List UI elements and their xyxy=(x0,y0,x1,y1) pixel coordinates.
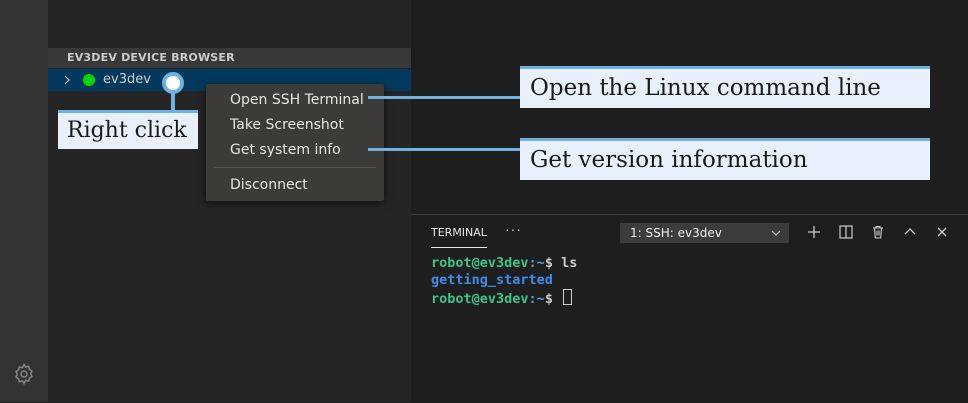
gear-icon[interactable] xyxy=(12,362,36,386)
split-icon[interactable] xyxy=(838,224,854,240)
more-actions-icon[interactable]: ··· xyxy=(505,221,522,237)
prompt-user: robot@ev3dev xyxy=(431,255,529,271)
menu-item-open-ssh-terminal[interactable]: Open SSH Terminal xyxy=(230,89,364,111)
callout-system-info: Get version information xyxy=(520,138,930,180)
callout-ssh-terminal: Open the Linux command line xyxy=(520,66,930,108)
menu-separator xyxy=(214,167,376,168)
prompt-symbol: $ xyxy=(544,255,562,271)
chevron-down-icon xyxy=(771,230,781,236)
callout-connector xyxy=(368,148,520,151)
chevron-up-icon[interactable] xyxy=(902,224,918,240)
prompt-path: :~ xyxy=(528,255,545,271)
terminal-output-line: getting_started xyxy=(431,272,553,288)
trash-icon[interactable] xyxy=(870,224,886,240)
plus-icon[interactable] xyxy=(806,224,822,240)
terminal-select-value: 1: SSH: ev3dev xyxy=(630,226,722,240)
device-browser-header[interactable]: EV3DEV DEVICE BROWSER xyxy=(48,48,411,68)
terminal-line: robot@ev3dev:~$ xyxy=(431,289,577,308)
menu-item-take-screenshot[interactable]: Take Screenshot xyxy=(230,114,344,136)
menu-item-get-system-info[interactable]: Get system info xyxy=(230,139,341,161)
sidebar: EV3DEV DEVICE BROWSER ev3dev xyxy=(48,0,411,402)
connection-status-icon xyxy=(83,74,95,86)
device-name: ev3dev xyxy=(103,72,151,87)
prompt-path: :~ xyxy=(528,291,545,307)
terminal-cursor xyxy=(563,289,573,305)
menu-item-disconnect[interactable]: Disconnect xyxy=(230,174,308,196)
callout-connector xyxy=(171,93,175,110)
terminal-command: ls xyxy=(561,255,578,271)
prompt-symbol: $ xyxy=(544,291,562,307)
activity-bar xyxy=(0,0,48,402)
tab-terminal[interactable]: TERMINAL xyxy=(431,225,487,248)
terminal-select[interactable]: 1: SSH: ev3dev xyxy=(620,223,789,243)
callout-connector xyxy=(368,96,520,99)
context-menu: Open SSH Terminal Take Screenshot Get sy… xyxy=(206,84,384,201)
terminal-panel: TERMINAL ··· 1: SSH: ev3dev robot@ev3dev… xyxy=(411,214,968,403)
prompt-user: robot@ev3dev xyxy=(431,291,529,307)
callout-right-click: Right click xyxy=(58,110,198,149)
chevron-right-icon[interactable] xyxy=(63,74,71,86)
terminal-line: robot@ev3dev:~$ ls xyxy=(431,255,577,272)
close-icon[interactable] xyxy=(934,224,950,240)
terminal-output[interactable]: robot@ev3dev:~$ ls getting_started robot… xyxy=(431,255,577,308)
